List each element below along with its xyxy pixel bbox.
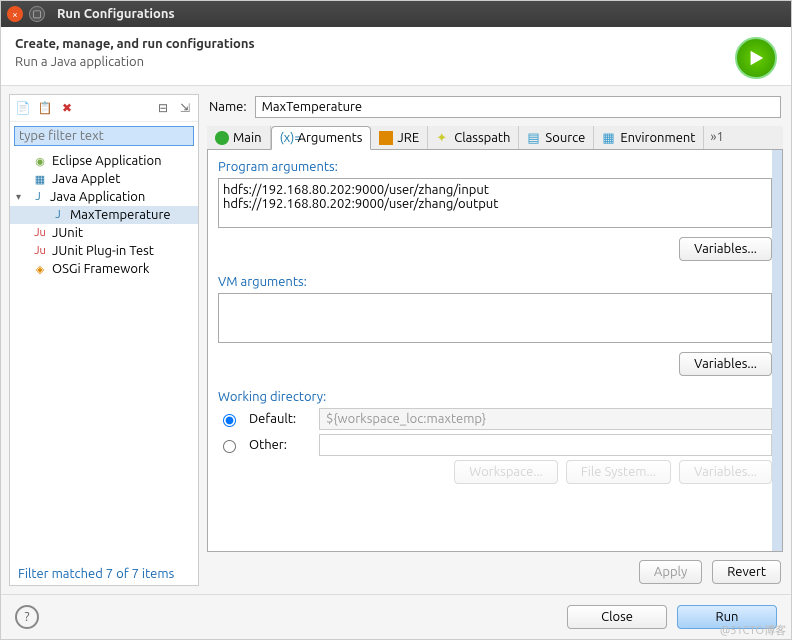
tab-label: JRE bbox=[397, 131, 419, 145]
tree-label: MaxTemperature bbox=[70, 208, 171, 222]
arguments-panel: Program arguments: hdfs://192.168.80.202… bbox=[207, 150, 783, 552]
tab-label: Main bbox=[233, 131, 262, 145]
other-dir-input[interactable] bbox=[319, 434, 772, 456]
close-button[interactable]: Close bbox=[567, 605, 667, 629]
arguments-tab-icon: (x)= bbox=[280, 131, 294, 145]
tabs: Main (x)= Arguments JRE ✦ Classpath ▤ So… bbox=[207, 126, 783, 150]
applet-icon: ▦ bbox=[32, 172, 48, 186]
duplicate-icon[interactable]: 📋 bbox=[36, 99, 54, 117]
program-args-variables-button[interactable]: Variables... bbox=[679, 237, 772, 261]
vm-args-variables-button[interactable]: Variables... bbox=[679, 352, 772, 376]
panel-scrollbar[interactable] bbox=[772, 150, 782, 551]
jre-tab-icon bbox=[379, 131, 393, 145]
source-tab-icon: ▤ bbox=[527, 131, 541, 145]
dir-buttons: Workspace... File System... Variables... bbox=[218, 460, 772, 484]
classpath-tab-icon: ✦ bbox=[436, 131, 450, 145]
filter-status: Filter matched 7 of 7 items bbox=[10, 563, 198, 585]
run-play-icon bbox=[735, 37, 777, 79]
tree-label: Eclipse Application bbox=[52, 154, 162, 168]
new-config-icon[interactable]: 📄 bbox=[14, 99, 32, 117]
minimize-icon[interactable]: ▢ bbox=[29, 6, 45, 22]
header-text: Create, manage, and run configurations R… bbox=[15, 37, 255, 69]
close-icon[interactable]: × bbox=[7, 6, 23, 22]
sidebar: 📄 📋 ✖ ⊟ ⇲ ◉ Eclipse Application ▦ Java A… bbox=[9, 94, 199, 586]
expand-icon[interactable]: ⇲ bbox=[176, 99, 194, 117]
vm-args-input[interactable] bbox=[218, 293, 772, 343]
name-row: Name: bbox=[207, 94, 783, 126]
name-label: Name: bbox=[209, 100, 247, 114]
other-label: Other: bbox=[249, 438, 309, 452]
tree-item-junit[interactable]: Ju JUnit bbox=[10, 224, 198, 242]
tab-label: Arguments bbox=[298, 131, 363, 145]
filter-box bbox=[14, 126, 194, 146]
environment-tab-icon: ▦ bbox=[602, 131, 616, 145]
working-dir-label: Working directory: bbox=[218, 390, 772, 404]
eclipse-icon: ◉ bbox=[32, 154, 48, 168]
tab-classpath[interactable]: ✦ Classpath bbox=[428, 126, 519, 149]
junit-icon: Ju bbox=[32, 244, 48, 258]
tabs-overflow[interactable]: »1 bbox=[704, 126, 729, 149]
tab-main[interactable]: Main bbox=[207, 126, 271, 149]
main-panel: Name: Main (x)= Arguments JRE ✦ bbox=[207, 94, 783, 586]
apply-button[interactable]: Apply bbox=[639, 560, 702, 584]
tab-jre[interactable]: JRE bbox=[371, 126, 428, 149]
collapse-icon[interactable]: ⊟ bbox=[154, 99, 172, 117]
other-radio[interactable] bbox=[223, 440, 236, 453]
window-title: Run Configurations bbox=[57, 7, 175, 21]
tab-environment[interactable]: ▦ Environment bbox=[594, 126, 704, 149]
tree-label: Java Application bbox=[50, 190, 145, 204]
main-tab-icon bbox=[215, 131, 229, 145]
run-configurations-window: × ▢ Run Configurations Create, manage, a… bbox=[0, 0, 792, 640]
tree-label: JUnit bbox=[52, 226, 83, 240]
watermark: @51CTO博客 bbox=[720, 622, 786, 638]
header: Create, manage, and run configurations R… bbox=[1, 27, 791, 86]
tree-label: JUnit Plug-in Test bbox=[52, 244, 154, 258]
working-dir-default-row: Default: bbox=[218, 408, 772, 430]
tree-item-eclipse-app[interactable]: ◉ Eclipse Application bbox=[10, 152, 198, 170]
filesystem-button[interactable]: File System... bbox=[566, 460, 671, 484]
junit-icon: Ju bbox=[32, 226, 48, 240]
program-args-input[interactable]: hdfs://192.168.80.202:9000/user/zhang/in… bbox=[218, 178, 772, 228]
footer: ? Close Run bbox=[1, 594, 791, 639]
working-dir-other-row: Other: bbox=[218, 434, 772, 456]
dir-variables-button[interactable]: Variables... bbox=[679, 460, 772, 484]
default-label: Default: bbox=[249, 412, 309, 426]
chevron-down-icon[interactable]: ▾ bbox=[16, 191, 26, 203]
tab-label: Source bbox=[545, 131, 585, 145]
tab-source[interactable]: ▤ Source bbox=[519, 126, 594, 149]
java-app-icon: J bbox=[50, 208, 66, 222]
config-tree[interactable]: ◉ Eclipse Application ▦ Java Applet ▾ J … bbox=[10, 150, 198, 563]
sidebar-toolbar: 📄 📋 ✖ ⊟ ⇲ bbox=[10, 95, 198, 122]
tree-item-java-application[interactable]: ▾ J Java Application bbox=[10, 188, 198, 206]
header-title: Create, manage, and run configurations bbox=[15, 37, 255, 51]
tree-label: OSGi Framework bbox=[52, 262, 149, 276]
apply-revert-row: Apply Revert bbox=[207, 552, 783, 586]
tree-item-maxtemperature[interactable]: J MaxTemperature bbox=[10, 206, 198, 224]
header-subtitle: Run a Java application bbox=[15, 55, 255, 69]
tree-label: Java Applet bbox=[52, 172, 120, 186]
titlebar[interactable]: × ▢ Run Configurations bbox=[1, 1, 791, 27]
delete-icon[interactable]: ✖ bbox=[58, 99, 76, 117]
default-radio[interactable] bbox=[223, 414, 236, 427]
tree-item-osgi[interactable]: ◈ OSGi Framework bbox=[10, 260, 198, 278]
java-app-icon: J bbox=[30, 190, 46, 204]
tab-label: Environment bbox=[620, 131, 695, 145]
filter-input[interactable] bbox=[14, 126, 194, 146]
osgi-icon: ◈ bbox=[32, 262, 48, 276]
revert-button[interactable]: Revert bbox=[712, 560, 781, 584]
tab-arguments[interactable]: (x)= Arguments bbox=[271, 126, 372, 150]
program-args-label: Program arguments: bbox=[218, 160, 772, 174]
vm-args-label: VM arguments: bbox=[218, 275, 772, 289]
default-dir-input bbox=[319, 408, 772, 430]
tab-label: Classpath bbox=[454, 131, 510, 145]
help-icon[interactable]: ? bbox=[15, 605, 39, 629]
workspace-button[interactable]: Workspace... bbox=[454, 460, 558, 484]
tree-item-java-applet[interactable]: ▦ Java Applet bbox=[10, 170, 198, 188]
name-input[interactable] bbox=[255, 96, 781, 118]
tree-item-junit-plugin[interactable]: Ju JUnit Plug-in Test bbox=[10, 242, 198, 260]
dialog-body: 📄 📋 ✖ ⊟ ⇲ ◉ Eclipse Application ▦ Java A… bbox=[1, 86, 791, 594]
